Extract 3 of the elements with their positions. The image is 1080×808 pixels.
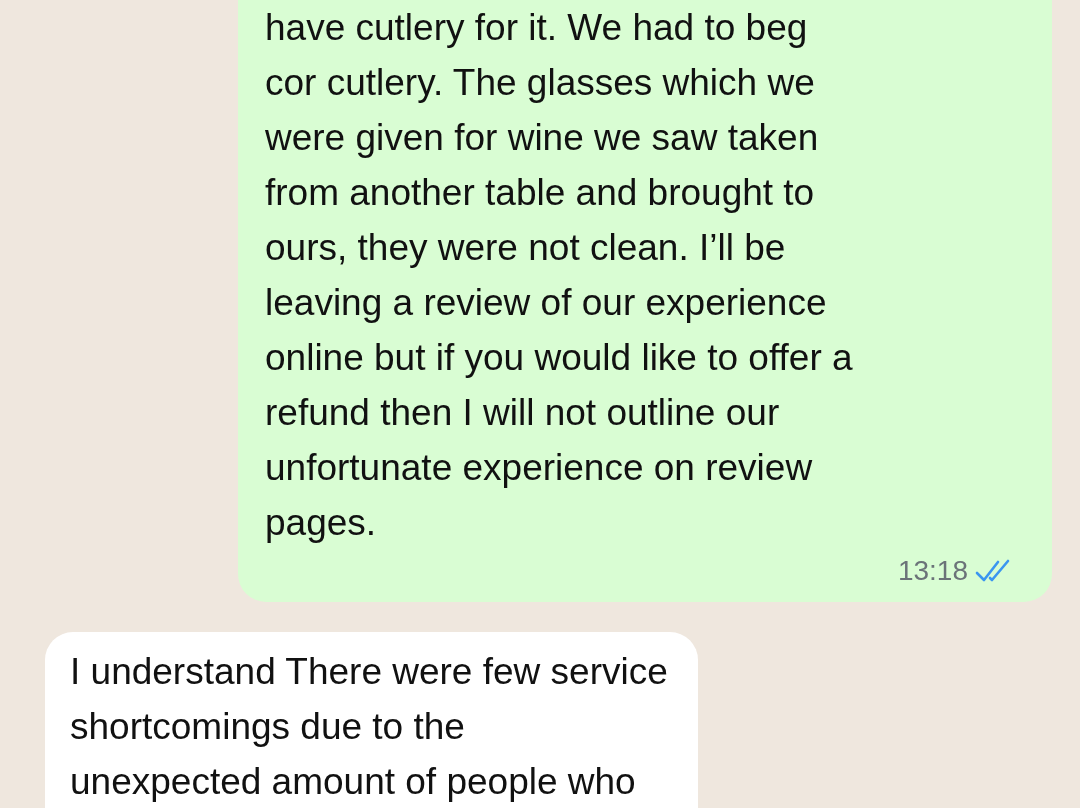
message-time: 13:18 xyxy=(897,554,968,588)
message-text: I understand There were few service shortcomings due to the unexpected amount of people who xyxy=(70,650,668,804)
message-text: have cutlery for it. We had to beg cor cutlery. The glasses which we were given for wine we saw taken from another table and brought to ours, they were not clean. I’ll be leaving a review of our experience online but if you would like to offer a refund then I will not outline our unfortunate experience on review pages. xyxy=(265,6,854,545)
